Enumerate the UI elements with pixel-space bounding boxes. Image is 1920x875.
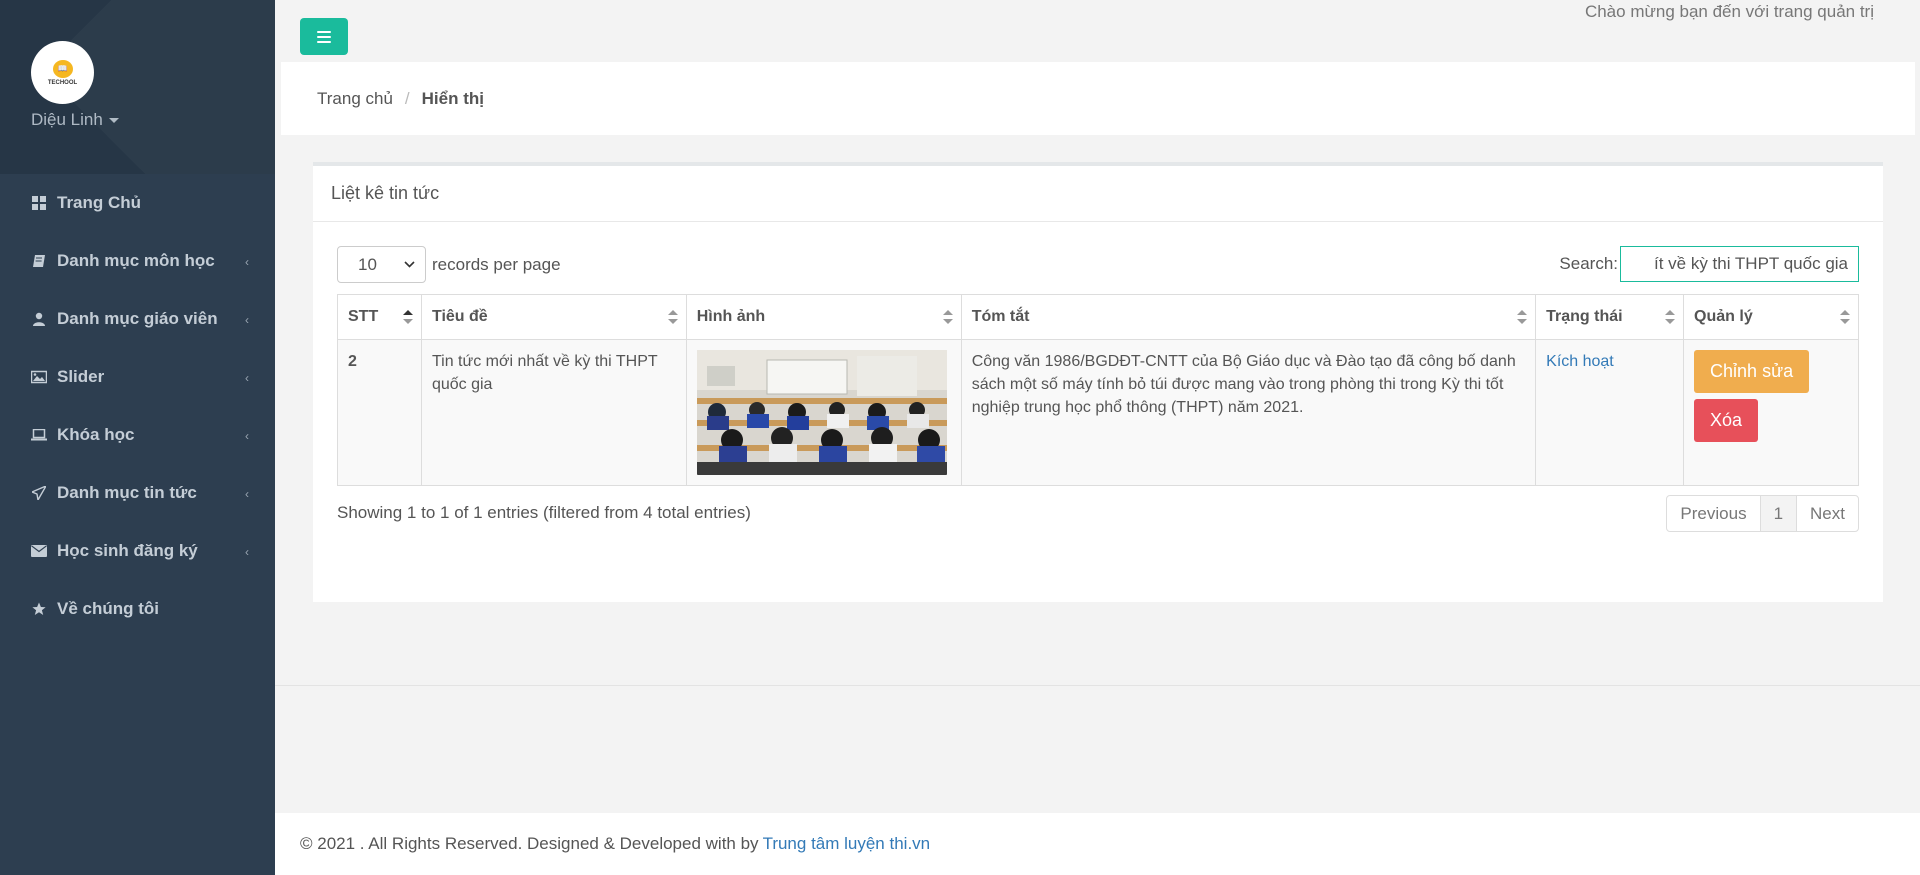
sidebar-item-label: Về chúng tôi (57, 599, 159, 618)
search-label: Search: (1559, 254, 1618, 273)
sidebar-menu: Trang Chủ Danh mục môn học ‹ Danh mục gi… (0, 174, 275, 638)
sidebar-item-subjects[interactable]: Danh mục môn học ‹ (0, 232, 275, 290)
sidebar-item-courses[interactable]: Khóa học ‹ (0, 406, 275, 464)
chevron-left-icon: ‹ (245, 371, 249, 385)
breadcrumb-separator: / (404, 88, 410, 108)
chevron-left-icon: ‹ (245, 545, 249, 559)
breadcrumb: Trang chủ / Hiển thị (281, 62, 1915, 135)
sidebar-item-label: Học sinh đăng ký (57, 541, 198, 560)
sort-icon (1665, 310, 1676, 324)
panel-title: Liệt kê tin tức (313, 166, 1883, 222)
column-header-status[interactable]: Trạng thái (1535, 294, 1685, 340)
sidebar-item-label: Slider (57, 367, 105, 386)
records-per-page-select[interactable]: 10 (337, 246, 426, 283)
edit-button[interactable]: Chỉnh sửa (1694, 350, 1810, 393)
footer-link[interactable]: Trung tâm luyện thi.vn (763, 834, 931, 854)
sidebar-item-news[interactable]: Danh mục tin tức ‹ (0, 464, 275, 522)
sort-icon (942, 310, 953, 324)
envelope-icon (31, 543, 47, 559)
sort-icon (1840, 310, 1850, 324)
column-header-image[interactable]: Hình ảnh (685, 294, 962, 340)
news-panel: Liệt kê tin tức 10 records per page Sear… (313, 162, 1883, 602)
user-menu[interactable]: Diệu Linh (31, 110, 119, 130)
sidebar-item-slider[interactable]: Slider ‹ (0, 348, 275, 406)
user-name: Diệu Linh (31, 110, 103, 129)
laptop-icon (31, 427, 47, 443)
news-thumbnail (696, 350, 947, 475)
sidebar-item-label: Danh mục môn học (57, 251, 215, 270)
sidebar-item-teachers[interactable]: Danh mục giáo viên ‹ (0, 290, 275, 348)
sidebar: 📖 TECHOOL Diệu Linh Trang Chủ Danh mục m… (0, 0, 275, 875)
breadcrumb-current: Hiển thị (421, 88, 484, 108)
delete-button[interactable]: Xóa (1694, 399, 1759, 442)
menu-toggle-button[interactable] (300, 18, 348, 55)
row-actions-cell: Chỉnh sửa Xóa (1683, 339, 1859, 486)
logo[interactable]: 📖 TECHOOL (31, 41, 94, 104)
row-image-cell (685, 339, 962, 486)
chevron-down-icon (404, 259, 415, 271)
sidebar-item-label: Danh mục giáo viên (57, 309, 218, 328)
main-content: Chào mừng bạn đến với trang quản trị Tra… (275, 0, 1920, 875)
search-input-value: ít về kỳ thi THPT quốc gia (1653, 254, 1848, 273)
table-info: Showing 1 to 1 of 1 entries (filtered fr… (337, 503, 751, 522)
search-area: Search: ít về kỳ thi THPT quốc gia (1559, 246, 1859, 282)
next-page-button[interactable]: Next (1796, 495, 1859, 532)
chevron-left-icon: ‹ (245, 429, 249, 443)
row-title: Tin tức mới nhất về kỳ thi THPT quốc gia (420, 339, 687, 486)
records-per-page-value: 10 (358, 254, 377, 274)
search-input[interactable]: ít về kỳ thi THPT quốc gia (1620, 246, 1859, 282)
sidebar-item-label: Trang Chủ (57, 193, 142, 212)
welcome-text: Chào mừng bạn đến với trang quản trị (1584, 2, 1874, 21)
row-summary: Công văn 1986/BGDĐT-CNTT của Bộ Giáo dục… (960, 339, 1537, 486)
sidebar-item-home[interactable]: Trang Chủ (0, 174, 275, 232)
divider (275, 685, 1920, 686)
sort-icon (667, 310, 678, 324)
breadcrumb-home-link[interactable]: Trang chủ (317, 89, 393, 109)
footer-text: © 2021 . All Rights Reserved. Designed &… (300, 834, 759, 853)
column-header-stt[interactable]: STT (337, 294, 422, 340)
table-row: 2 Tin tức mới nhất về kỳ thi THPT quốc g… (337, 339, 1859, 486)
dashboard-icon (31, 195, 47, 211)
records-per-page-label: records per page (432, 254, 561, 274)
user-icon (31, 311, 47, 327)
paper-plane-icon (31, 485, 47, 501)
logo-text: TECHOOL (47, 79, 78, 86)
sidebar-item-about[interactable]: Về chúng tôi (0, 580, 275, 638)
column-header-manage[interactable]: Quản lý (1683, 294, 1859, 340)
status-link[interactable]: Kích hoạt (1546, 353, 1614, 370)
sidebar-item-label: Khóa học (57, 425, 135, 444)
records-per-page: 10 records per page (337, 246, 561, 283)
column-header-title[interactable]: Tiêu đề (420, 294, 687, 340)
sort-icon (1517, 310, 1528, 324)
table-header-row: STT Tiêu đề Hình ảnh Tóm tắt Trạng thái … (337, 294, 1859, 340)
previous-page-button[interactable]: Previous (1666, 495, 1761, 532)
image-icon (31, 369, 47, 385)
footer: © 2021 . All Rights Reserved. Designed &… (275, 813, 1920, 875)
pagination: Previous 1 Next (1666, 495, 1859, 532)
hamburger-icon (317, 30, 331, 33)
logo-icon: 📖 (52, 59, 73, 78)
row-status-cell: Kích hoạt (1535, 339, 1685, 486)
column-header-summary[interactable]: Tóm tắt (960, 294, 1537, 340)
chevron-left-icon: ‹ (245, 255, 249, 269)
chevron-left-icon: ‹ (245, 313, 249, 327)
chevron-left-icon: ‹ (245, 487, 249, 501)
caret-down-icon (108, 117, 119, 123)
row-stt: 2 (337, 339, 422, 486)
news-table: STT Tiêu đề Hình ảnh Tóm tắt Trạng thái … (337, 294, 1859, 486)
sidebar-item-registrations[interactable]: Học sinh đăng ký ‹ (0, 522, 275, 580)
book-icon (31, 253, 47, 269)
sort-asc-icon (402, 310, 413, 324)
star-icon (31, 601, 47, 617)
page-1-button[interactable]: 1 (1759, 495, 1798, 532)
sidebar-item-label: Danh mục tin tức (57, 483, 197, 502)
sidebar-profile: 📖 TECHOOL Diệu Linh (0, 0, 275, 174)
